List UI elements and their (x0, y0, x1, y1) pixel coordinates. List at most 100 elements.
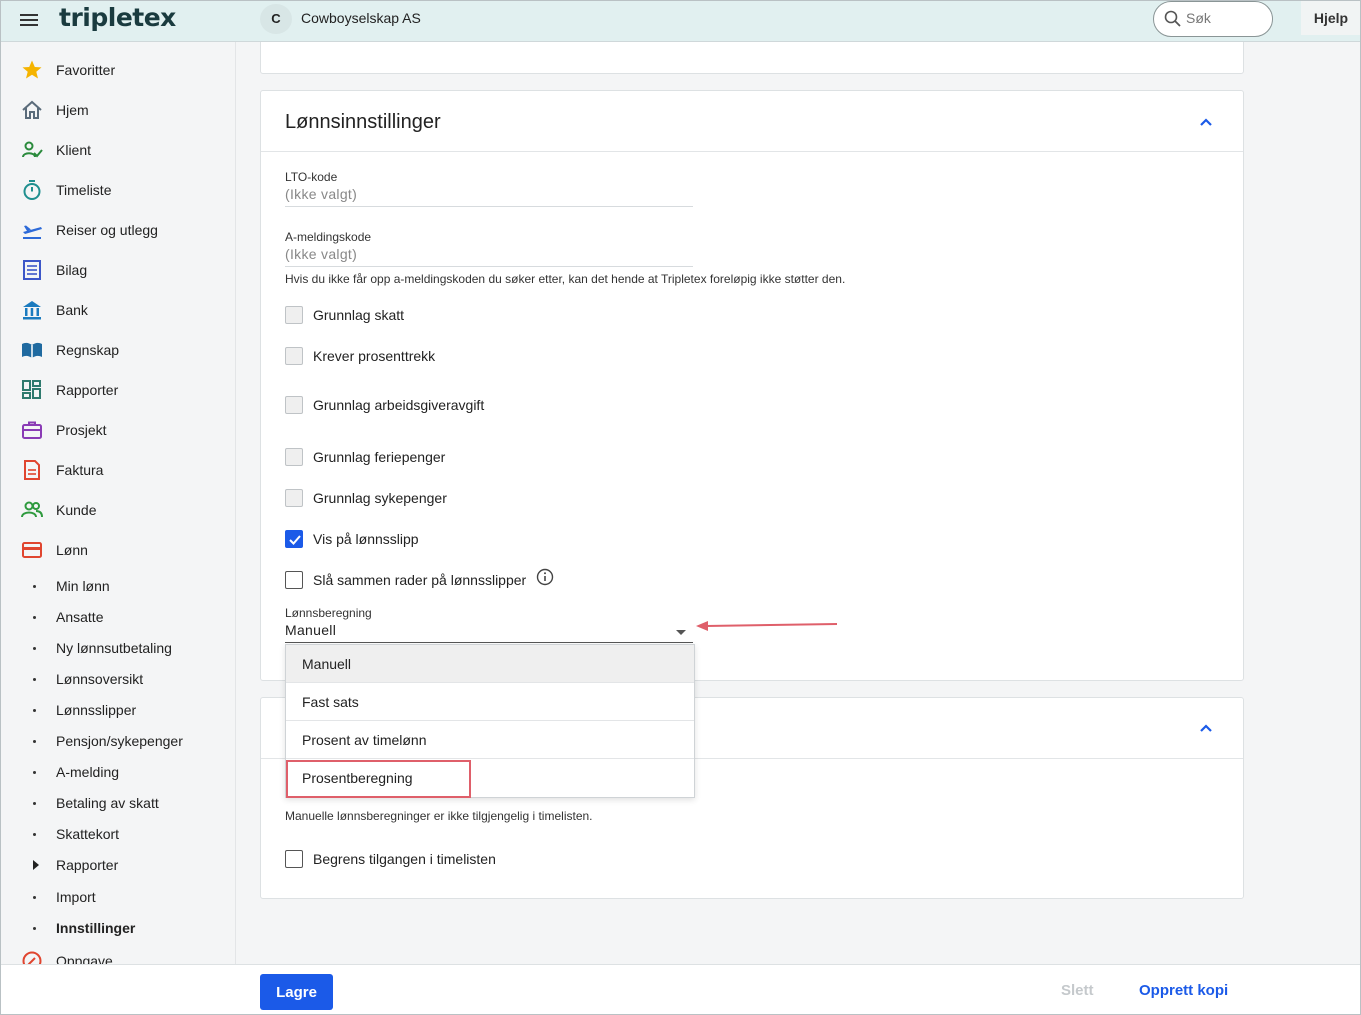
checkbox[interactable] (285, 489, 303, 507)
lto-code-field[interactable]: (Ikke valgt) (285, 185, 693, 207)
lonnsberegning-dropdown-menu: Manuell Fast sats Prosent av timelønn Pr… (285, 644, 695, 798)
search-icon (1164, 10, 1181, 27)
lonnsberegning-select[interactable]: Manuell (285, 621, 693, 643)
checkbox-label: Vis på lønnsslipp (313, 531, 419, 547)
stopwatch-icon (23, 180, 41, 200)
tripletex-logo[interactable]: tripletex (59, 3, 176, 32)
task-icon (22, 951, 42, 964)
sidebar-item-label: Oppgave (56, 953, 113, 964)
action-footer: Lagre Slett Opprett kopi (1, 964, 1360, 1014)
sidebar-item-favoritter[interactable]: Favoritter (1, 57, 235, 83)
delete-button[interactable]: Slett (1061, 982, 1094, 999)
sidebar-item-prosjekt[interactable]: Prosjekt (1, 417, 235, 443)
lonnsberegning-label: Lønnsberegning (285, 606, 372, 620)
sidebar-subitem-label: Betaling av skatt (56, 795, 159, 811)
briefcase-icon (22, 421, 42, 439)
dropdown-caret-icon[interactable] (676, 630, 686, 635)
sidebar-item-lonn[interactable]: Lønn (1, 537, 235, 563)
sidebar-subitem-label: Lønnsslipper (56, 702, 137, 718)
create-copy-button[interactable]: Opprett kopi (1139, 982, 1228, 999)
sidebar-subitem-label: Skattekort (56, 826, 120, 842)
sidebar-item-regnskap[interactable]: Regnskap (1, 337, 235, 363)
book-icon (22, 342, 42, 358)
sidebar-subitem-pensjon[interactable]: Pensjon/sykepenger (1, 730, 235, 752)
sidebar-subitem-rapporter[interactable]: Rapporter (1, 854, 235, 876)
sidebar-item-hjem[interactable]: Hjem (1, 97, 235, 123)
company-avatar[interactable]: C (260, 4, 292, 34)
checkbox[interactable] (285, 448, 303, 466)
sidebar-subitem-betaling-skatt[interactable]: Betaling av skatt (1, 792, 235, 814)
checkbox-grunnlag-arbeidsgiveravgift[interactable]: Grunnlag arbeidsgiveravgift (285, 396, 885, 416)
amelding-code-field[interactable]: (Ikke valgt) (285, 245, 693, 267)
sidebar-subitem-lonnsslipper[interactable]: Lønnsslipper (1, 699, 235, 721)
search-box[interactable] (1153, 1, 1273, 37)
search-input[interactable] (1186, 8, 1266, 28)
info-icon[interactable] (536, 568, 554, 586)
chevron-up-icon[interactable] (1199, 723, 1213, 733)
sidebar-subitem-ansatte[interactable]: Ansatte (1, 606, 235, 628)
bullet-icon (33, 647, 36, 650)
help-button[interactable]: Hjelp (1301, 1, 1361, 35)
sidebar-item-label: Timeliste (56, 182, 112, 198)
timeliste-hint: Manuelle lønnsberegninger er ikke tilgje… (285, 809, 593, 823)
sidebar-item-bilag[interactable]: Bilag (1, 257, 235, 283)
sidebar-item-label: Reiser og utlegg (56, 222, 158, 238)
checkbox-vis-pa-lonnsslipp[interactable]: Vis på lønnsslipp (285, 530, 885, 550)
checkbox-grunnlag-skatt[interactable]: Grunnlag skatt (285, 306, 885, 326)
dropdown-option-prosentberegning[interactable]: Prosentberegning (286, 759, 694, 797)
sidebar-item-reiser[interactable]: Reiser og utlegg (1, 217, 235, 243)
sidebar-item-kunde[interactable]: Kunde (1, 497, 235, 523)
company-name[interactable]: Cowboyselskap AS (301, 10, 421, 26)
sidebar-item-rapporter[interactable]: Rapporter (1, 377, 235, 403)
sidebar-item-timeliste[interactable]: Timeliste (1, 177, 235, 203)
plane-icon (23, 225, 42, 239)
sidebar-item-label: Faktura (56, 462, 104, 478)
checkbox-begrens-tilgangen[interactable]: Begrens tilgangen i timelisten (285, 850, 885, 870)
sidebar-item-label: Lønn (56, 542, 88, 558)
sidebar-subitem-label: Innstillinger (56, 920, 136, 936)
bullet-icon (33, 616, 36, 619)
sidebar-subitem-import[interactable]: Import (1, 886, 235, 908)
sidebar-item-bank[interactable]: Bank (1, 297, 235, 323)
checkbox-krever-prosenttrekk[interactable]: Krever prosenttrekk (285, 347, 885, 367)
sidebar-subitem-skattekort[interactable]: Skattekort (1, 823, 235, 845)
checkbox-grunnlag-sykepenger[interactable]: Grunnlag sykepenger (285, 489, 885, 509)
checkbox[interactable] (285, 306, 303, 324)
sidebar-item-klient[interactable]: Klient (1, 137, 235, 163)
sidebar-subitem-min-lonn[interactable]: Min lønn (1, 575, 235, 597)
client-icon (22, 141, 43, 158)
checkbox-grunnlag-feriepenger[interactable]: Grunnlag feriepenger (285, 448, 885, 468)
checkbox[interactable] (285, 347, 303, 365)
sidebar-item-oppgave[interactable]: Oppgave (1, 948, 235, 964)
sidebar-item-label: Klient (56, 142, 92, 158)
checkbox[interactable] (285, 571, 303, 589)
hamburger-menu-icon[interactable] (20, 11, 40, 29)
checkbox[interactable] (285, 850, 303, 868)
sidebar-item-faktura[interactable]: Faktura (1, 457, 235, 483)
sidebar-item-label: Kunde (56, 502, 97, 518)
sidebar-item-label: Rapporter (56, 382, 119, 398)
dropdown-option-manuell[interactable]: Manuell (286, 645, 694, 683)
expand-triangle-icon[interactable] (33, 860, 39, 870)
checkbox-checked[interactable] (285, 530, 303, 548)
checkbox-sla-sammen-rader[interactable]: Slå sammen rader på lønnsslipper (285, 571, 885, 591)
chevron-up-icon[interactable] (1199, 117, 1213, 127)
option-label: Fast sats (302, 694, 359, 710)
option-label: Manuell (302, 656, 352, 672)
sidebar-subitem-label: A-melding (56, 764, 120, 780)
sidebar-subitem-innstillinger[interactable]: Innstillinger (1, 917, 235, 939)
top-bar: tripletex C Cowboyselskap AS Hjelp (0, 0, 1361, 42)
dashboard-icon (22, 380, 41, 399)
customers-icon (21, 501, 43, 518)
sidebar-subitem-lonnsoversikt[interactable]: Lønnsoversikt (1, 668, 235, 690)
sidebar-item-label: Regnskap (56, 342, 120, 358)
dropdown-option-prosent-av-timelonn[interactable]: Prosent av timelønn (286, 721, 694, 759)
sidebar-subitem-a-melding[interactable]: A-melding (1, 761, 235, 783)
main-content: Lønnsinnstillinger LTO-kode (Ikke valgt)… (236, 42, 1360, 964)
save-button[interactable]: Lagre (260, 974, 333, 1010)
section-title: Lønnsinnstillinger (285, 111, 441, 133)
checkbox[interactable] (285, 396, 303, 414)
home-icon (22, 100, 42, 119)
sidebar-subitem-ny-lonnsutbetaling[interactable]: Ny lønnsutbetaling (1, 637, 235, 659)
dropdown-option-fast-sats[interactable]: Fast sats (286, 683, 694, 721)
